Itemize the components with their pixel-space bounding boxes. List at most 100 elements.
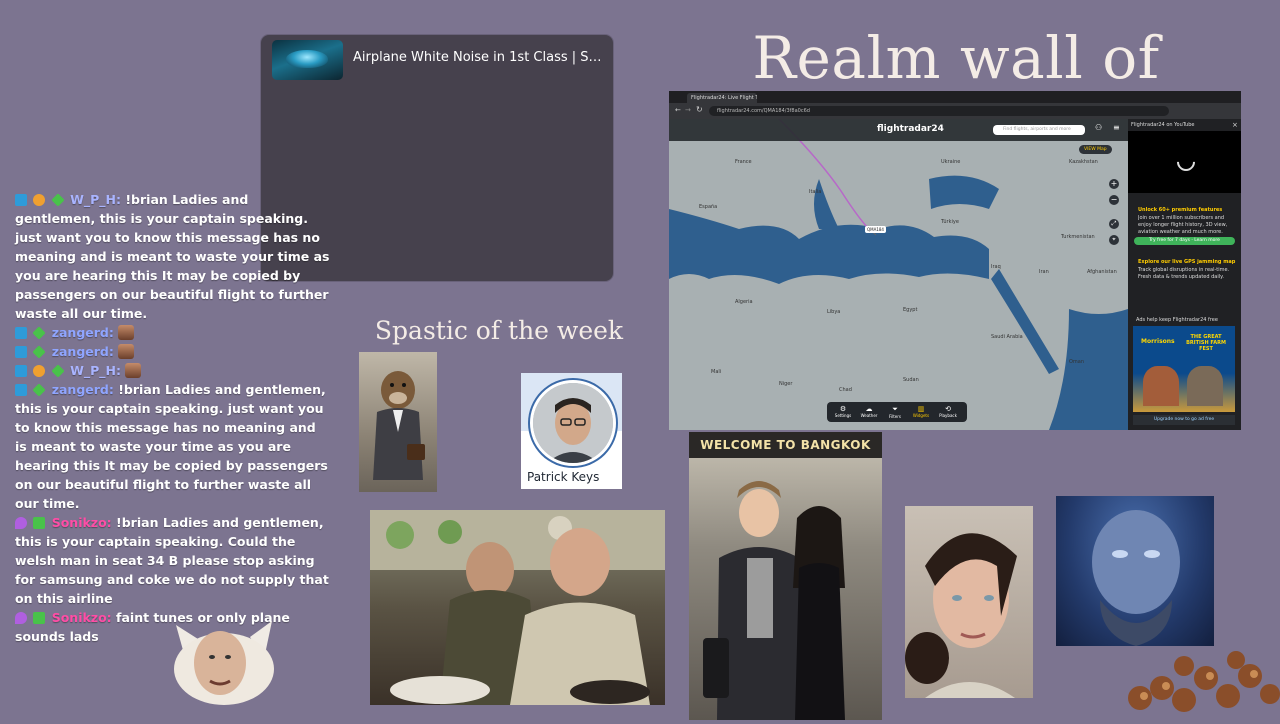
browser-tab[interactable]: Flightradar24: Live Flight Tracker xyxy=(687,93,757,103)
trial-button[interactable]: Try free for 7 days · Learn more xyxy=(1134,237,1235,245)
cat-man-image xyxy=(168,613,280,705)
cloud-icon: ☁ xyxy=(865,405,873,413)
chat-log: W_P_H: !brian Ladies and gentlemen, this… xyxy=(15,190,331,646)
video-player[interactable] xyxy=(1128,131,1241,193)
chat-message: W_P_H: !brian Ladies and gentlemen, this… xyxy=(15,190,331,323)
locate-icon[interactable]: ⌖ xyxy=(1109,235,1119,245)
chat-text: !brian Ladies and gentlemen, this is you… xyxy=(15,192,330,321)
loading-spinner-icon xyxy=(1173,149,1199,175)
settings-control[interactable]: ⚙ Settings xyxy=(831,405,855,418)
map-label-ukraine: Ukraine xyxy=(941,159,961,165)
chat-username[interactable]: zangerd: xyxy=(52,325,114,340)
chat-username[interactable]: zangerd: xyxy=(52,382,114,397)
purple-badge-icon xyxy=(15,517,27,529)
upgrade-button[interactable]: Upgrade now to go ad free xyxy=(1133,415,1235,425)
flight-search-input[interactable]: Find flights, airports and more xyxy=(993,125,1085,135)
gps-title: Explore our live GPS jamming map xyxy=(1138,259,1236,265)
zoom-out-button[interactable]: − xyxy=(1109,195,1119,205)
spastic-heading: Spastic of the week xyxy=(374,316,624,345)
airplane-thumbnail-icon xyxy=(272,40,343,80)
weather-control[interactable]: ☁ Weather xyxy=(857,405,881,418)
widgets-icon: ▥ xyxy=(917,405,925,413)
chat-message: Sonikzo: !brian Ladies and gentlemen, th… xyxy=(15,513,331,608)
map-label-espana: España xyxy=(699,204,718,210)
otter-in-suit-image xyxy=(359,352,437,492)
address-bar[interactable]: flightradar24.com/QMA184/3f8a0c6d xyxy=(709,106,1169,116)
fullscreen-icon[interactable]: ⤢ xyxy=(1109,219,1119,229)
chat-username[interactable]: W_P_H: xyxy=(70,363,121,378)
flight-marker[interactable]: QMA184 xyxy=(865,226,886,233)
profile-name: Patrick Keys xyxy=(527,470,600,484)
chat-username[interactable]: zangerd: xyxy=(52,344,114,359)
bald-man-blue-image xyxy=(1056,496,1214,646)
filters-label: Filters xyxy=(889,414,901,419)
forward-icon[interactable]: → xyxy=(685,106,691,114)
green-badge-icon xyxy=(32,383,46,397)
widgets-control[interactable]: ▥ Widgets xyxy=(909,405,933,418)
bangkok-airport-image: WELCOME TO BANGKOK xyxy=(689,432,882,720)
ad-brand: Morrisons xyxy=(1141,338,1175,345)
view-toggle[interactable]: VIEW Map xyxy=(1079,145,1112,154)
green-badge-icon xyxy=(32,345,46,359)
map-label-oman: Oman xyxy=(1069,359,1085,365)
purple-badge-icon xyxy=(15,612,27,624)
blue-badge-icon xyxy=(15,365,27,377)
weather-label: Weather xyxy=(860,413,878,418)
ad-headline: THE GREAT BRITISH FARM FEST xyxy=(1186,334,1226,352)
squirrels-image xyxy=(1124,650,1280,720)
chat-username[interactable]: W_P_H: xyxy=(70,192,121,207)
chat-text: !brian Ladies and gentlemen, this is you… xyxy=(15,382,328,511)
map-label-niger: Niger xyxy=(779,381,793,387)
chat-username[interactable]: Sonikzo: xyxy=(52,610,112,625)
now-playing-title: Airplane White Noise in 1st Class | Sle.… xyxy=(353,50,605,65)
map-label-turkiye: Türkiye xyxy=(941,219,959,225)
settings-label: Settings xyxy=(834,413,852,418)
avatar xyxy=(530,380,616,466)
green-badge-icon xyxy=(51,193,65,207)
chat-message: W_P_H: xyxy=(15,361,331,380)
chat-username[interactable]: Sonikzo: xyxy=(52,515,112,530)
flightradar-sidebar: Flightradar24 on YouTube × Unlock 60+ pr… xyxy=(1128,119,1241,430)
man-portrait-image xyxy=(905,506,1033,698)
flightradar-logo[interactable]: flightradar24 xyxy=(877,124,944,134)
blue-badge-icon xyxy=(15,346,27,358)
widgets-label: Widgets xyxy=(912,413,930,418)
browser-window: Flightradar24: Live Flight Tracker ← → ↻… xyxy=(669,91,1241,430)
back-icon[interactable]: ← xyxy=(675,106,681,114)
ads-text: Ads help keep Flightradar24 free xyxy=(1136,317,1218,323)
user-icon[interactable]: ⚇ xyxy=(1095,123,1102,132)
close-icon[interactable]: × xyxy=(1232,121,1238,129)
flight-map[interactable]: QMA184 France Italia España Algeria Liby… xyxy=(669,119,1128,430)
premium-text: Join over 1 million subscribers and enjo… xyxy=(1138,215,1228,235)
map-label-libya: Libya xyxy=(827,309,841,315)
map-label-turkmenistan: Turkmenistan xyxy=(1061,234,1095,240)
farm-fest-ad[interactable]: Morrisons THE GREAT BRITISH FARM FEST xyxy=(1133,326,1235,412)
map-label-iran: Iran xyxy=(1039,269,1049,275)
reload-icon[interactable]: ↻ xyxy=(696,105,703,114)
zoom-in-button[interactable]: + xyxy=(1109,179,1119,189)
map-label-france: France xyxy=(735,159,752,165)
profile-card: Patrick Keys xyxy=(521,373,622,489)
bangkok-sign: WELCOME TO BANGKOK xyxy=(700,438,871,452)
blue-badge-icon xyxy=(15,384,27,396)
map-label-italia: Italia xyxy=(809,189,822,195)
face-emote-icon xyxy=(118,344,135,359)
green-badge-icon xyxy=(51,364,65,378)
menu-icon[interactable]: ≡ xyxy=(1113,123,1120,132)
map-label-sudan: Sudan xyxy=(903,377,919,383)
clock-icon: ⟲ xyxy=(945,405,951,413)
map-bottom-toolbar: ⚙ Settings ☁ Weather ⏷ Filters ▥ Widgets ⟲ Pl… xyxy=(827,402,967,422)
gear-icon: ⚙ xyxy=(839,405,847,413)
filter-icon: ⏷ xyxy=(892,405,898,413)
orange-badge-icon xyxy=(33,194,46,206)
map-label-iraq: Iraq xyxy=(991,264,1001,270)
map-label-kazakhstan: Kazakhstan xyxy=(1069,159,1098,165)
map-label-afghanistan: Afghanistan xyxy=(1087,269,1117,275)
browser-toolbar: ← → ↻ flightradar24.com/QMA184/3f8a0c6d xyxy=(669,103,1241,119)
playback-label: Playback xyxy=(939,413,957,418)
gps-text: Track global disruptions in real-time. F… xyxy=(1138,267,1230,280)
playback-control[interactable]: ⟲ Playback xyxy=(935,405,961,418)
blue-badge-icon xyxy=(15,194,27,206)
map-label-mali: Mali xyxy=(711,369,722,375)
filters-control[interactable]: ⏷ Filters xyxy=(883,405,907,419)
